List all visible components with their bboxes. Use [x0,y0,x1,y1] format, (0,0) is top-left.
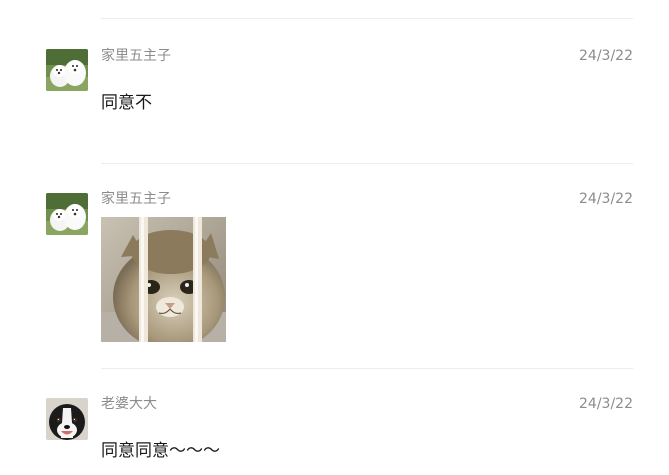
message-text: 同意同意～～～ [101,441,220,461]
message-divider [101,368,633,369]
message-date: 24/3/22 [579,191,633,207]
border-collie-avatar-icon[interactable] [46,398,88,440]
samoyed-dogs-avatar-icon[interactable] [46,49,88,91]
sender-name[interactable]: 家里五主子 [101,47,171,65]
sender-name[interactable]: 家里五主子 [101,190,171,208]
message-text: 同意不 [101,93,152,113]
message-divider [101,163,633,164]
sender-name[interactable]: 老婆大大 [101,395,157,413]
message-date: 24/3/22 [579,48,633,64]
sad-cat-behind-bars-image[interactable] [101,217,226,342]
message-date: 24/3/22 [579,396,633,412]
samoyed-dogs-avatar-icon[interactable] [46,193,88,235]
message-divider [101,18,633,19]
